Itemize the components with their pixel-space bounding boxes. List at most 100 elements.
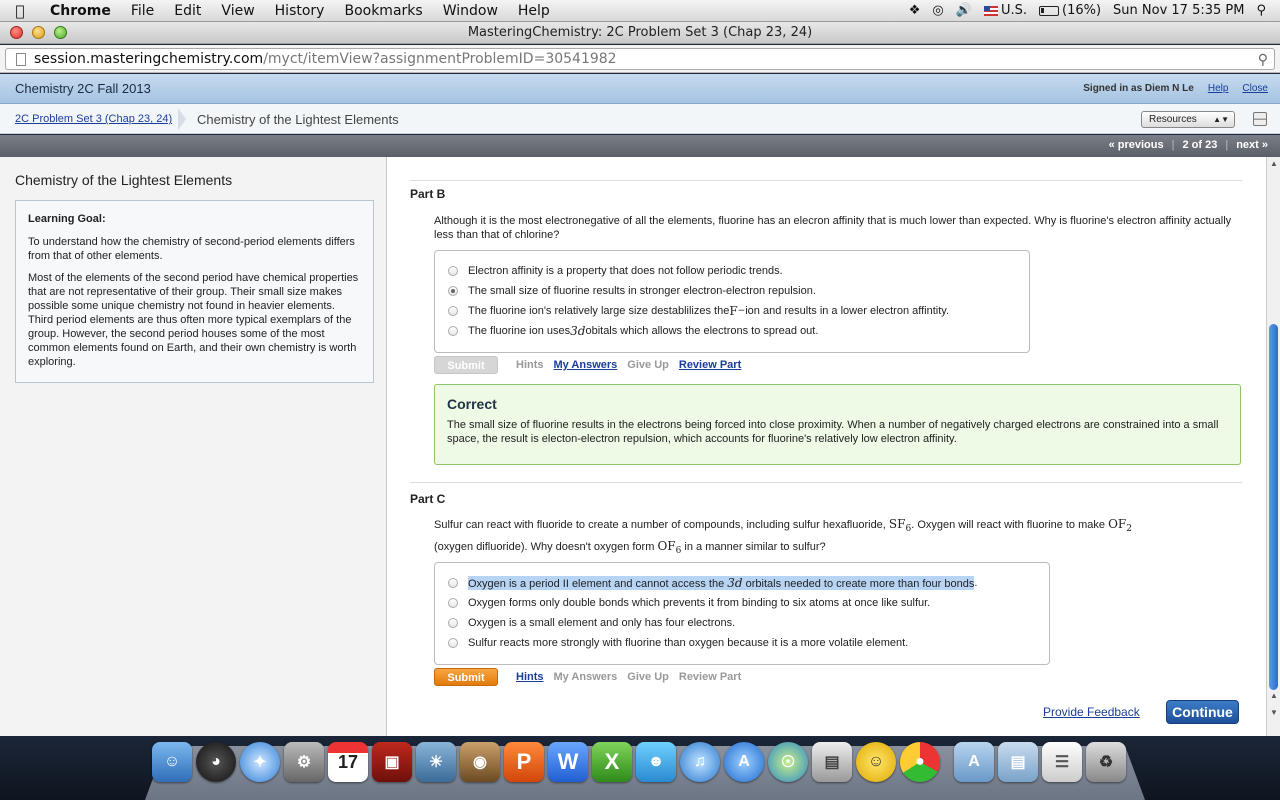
- finder-icon[interactable]: ☺: [152, 742, 192, 782]
- part-c-choice-4[interactable]: Sulfur reacts more strongly with fluorin…: [435, 633, 1049, 653]
- word-icon[interactable]: W: [548, 742, 588, 782]
- battery-icon: [1039, 5, 1059, 16]
- page-scrollbar[interactable]: ▲ ▲ ▼: [1266, 157, 1280, 736]
- network-icon[interactable]: ☉: [768, 742, 808, 782]
- radio-button[interactable]: [448, 266, 458, 276]
- url-path: /myct/itemView?assignmentProblemID=30541…: [263, 51, 617, 67]
- system-preferences-icon[interactable]: ⚙: [284, 742, 324, 782]
- menu-app-name[interactable]: Chrome: [40, 3, 121, 19]
- spotlight-icon[interactable]: ⚲: [1256, 3, 1266, 18]
- menu-file[interactable]: File: [121, 3, 164, 19]
- iphoto-icon[interactable]: ☀: [416, 742, 456, 782]
- safari-icon[interactable]: ✦: [240, 742, 280, 782]
- wifi-icon[interactable]: ◎: [932, 3, 943, 18]
- address-bar[interactable]: session.masteringchemistry.com/myct/item…: [5, 48, 1275, 70]
- part-b-choice-4[interactable]: The fluorine ion uses 3d obitals which a…: [435, 321, 1029, 341]
- messenger-icon[interactable]: ☻: [636, 742, 676, 782]
- radio-button[interactable]: [448, 578, 458, 588]
- photo-booth-icon[interactable]: ▣: [372, 742, 412, 782]
- help-link[interactable]: Help: [1208, 83, 1229, 94]
- us-flag-icon: [983, 5, 998, 16]
- part-c-give-up-link[interactable]: Give Up: [627, 671, 669, 683]
- calendar-icon[interactable]: 17: [328, 742, 368, 782]
- preview-icon[interactable]: ▤: [812, 742, 852, 782]
- radio-button[interactable]: [448, 306, 458, 316]
- dashboard-icon[interactable]: ◕: [196, 742, 236, 782]
- excel-icon[interactable]: X: [592, 742, 632, 782]
- part-c-review-part-link[interactable]: Review Part: [679, 671, 741, 683]
- trash-icon[interactable]: ♻: [1086, 742, 1126, 782]
- radio-button[interactable]: [448, 598, 458, 608]
- minimize-window-button[interactable]: [32, 26, 45, 39]
- scroll-up-arrow-icon[interactable]: ▲: [1270, 691, 1278, 700]
- documents-folder-icon[interactable]: ▤: [998, 742, 1038, 782]
- correct-feedback-box: Correct The small size of fluorine resul…: [434, 384, 1241, 465]
- continue-button[interactable]: Continue: [1166, 700, 1239, 724]
- close-window-button[interactable]: [10, 26, 23, 39]
- part-b-choice-1[interactable]: Electron affinity is a property that doe…: [435, 261, 1029, 281]
- scroll-thumb[interactable]: [1269, 324, 1278, 690]
- menu-extras: ❖ ◎ 🔊 U.S. (16%) Sun Nov 17 5:35 PM ⚲: [909, 3, 1280, 18]
- downloads-stack-icon[interactable]: ☰: [1042, 742, 1082, 782]
- app-store-icon[interactable]: A: [724, 742, 764, 782]
- part-b-give-up-link[interactable]: Give Up: [627, 359, 669, 371]
- site-header: Chemistry 2C Fall 2013 Signed in as Diem…: [0, 74, 1280, 104]
- window-titlebar: MasteringChemistry: 2C Problem Set 3 (Ch…: [0, 22, 1280, 44]
- menu-window[interactable]: Window: [433, 3, 508, 19]
- previous-link[interactable]: « previous: [1109, 139, 1164, 151]
- menu-view[interactable]: View: [211, 3, 264, 19]
- chrome-icon[interactable]: ●: [900, 742, 940, 782]
- problem-title: Chemistry of the Lightest Elements: [15, 172, 233, 188]
- part-b-my-answers-link[interactable]: My Answers: [554, 359, 618, 371]
- apple-icon[interactable]: : [0, 2, 40, 20]
- scroll-down-arrow-icon[interactable]: ▼: [1270, 708, 1278, 717]
- part-b-hints-link[interactable]: Hints: [516, 359, 544, 371]
- input-source[interactable]: U.S.: [983, 3, 1027, 18]
- pagination-bar: « previous | 2 of 23 | next »: [0, 135, 1280, 157]
- part-b-choice-3[interactable]: The fluorine ion's relatively large size…: [435, 301, 1029, 321]
- volume-icon[interactable]: 🔊: [956, 3, 972, 18]
- part-c-choice-2[interactable]: Oxygen forms only double bonds which pre…: [435, 593, 1049, 613]
- zoom-magnifier-icon[interactable]: ⚲: [1258, 52, 1268, 68]
- battery-status[interactable]: (16%): [1039, 3, 1101, 18]
- learning-goal-box: Learning Goal: To understand how the che…: [15, 200, 374, 383]
- correct-heading: Correct: [447, 396, 497, 412]
- intro-panel: Chemistry of the Lightest Elements Learn…: [0, 157, 387, 736]
- adium-icon[interactable]: ☺: [856, 742, 896, 782]
- part-c-hints-link[interactable]: Hints: [516, 671, 544, 683]
- part-b-choice-2[interactable]: The small size of fluorine results in st…: [435, 281, 1029, 301]
- close-link[interactable]: Close: [1242, 83, 1268, 94]
- part-c-submit-button[interactable]: Submit: [434, 668, 498, 686]
- zoom-window-button[interactable]: [54, 26, 67, 39]
- breadcrumb-assignment-link[interactable]: 2C Problem Set 3 (Chap 23, 24): [15, 113, 172, 125]
- page-icon: [16, 53, 26, 66]
- powerpoint-icon[interactable]: P: [504, 742, 544, 782]
- applications-folder-icon[interactable]: A: [954, 742, 994, 782]
- scroll-up-arrow-icon[interactable]: ▲: [1270, 159, 1278, 168]
- radio-button[interactable]: [448, 638, 458, 648]
- radio-button-selected[interactable]: [448, 286, 458, 296]
- menu-edit[interactable]: Edit: [164, 3, 211, 19]
- part-c-choices: Oxygen is a period II element and cannot…: [434, 562, 1050, 665]
- learning-goal-text: To understand how the chemistry of secon…: [28, 236, 355, 262]
- menu-history[interactable]: History: [265, 3, 335, 19]
- part-c-choice-3[interactable]: Oxygen is a small element and only has f…: [435, 613, 1049, 633]
- print-icon[interactable]: [1253, 112, 1267, 126]
- clock[interactable]: Sun Nov 17 5:35 PM: [1113, 3, 1244, 18]
- menu-bookmarks[interactable]: Bookmarks: [334, 3, 432, 19]
- radio-button[interactable]: [448, 326, 458, 336]
- radio-button[interactable]: [448, 618, 458, 628]
- divider: [410, 482, 1242, 483]
- part-c-choice-1[interactable]: Oxygen is a period II element and cannot…: [435, 573, 1049, 593]
- next-link[interactable]: next »: [1236, 139, 1268, 151]
- menu-help[interactable]: Help: [508, 3, 560, 19]
- part-c-my-answers-link[interactable]: My Answers: [554, 671, 618, 683]
- resources-dropdown[interactable]: Resources ▲▼: [1141, 111, 1235, 128]
- image-capture-icon[interactable]: ◉: [460, 742, 500, 782]
- itunes-icon[interactable]: ♫: [680, 742, 720, 782]
- part-b-review-part-link[interactable]: Review Part: [679, 359, 741, 371]
- dropbox-icon[interactable]: ❖: [909, 3, 921, 18]
- provide-feedback-link[interactable]: Provide Feedback: [1043, 705, 1140, 719]
- part-b-submit-button[interactable]: Submit: [434, 356, 498, 374]
- part-c-actions: Submit Hints My Answers Give Up Review P…: [434, 668, 741, 686]
